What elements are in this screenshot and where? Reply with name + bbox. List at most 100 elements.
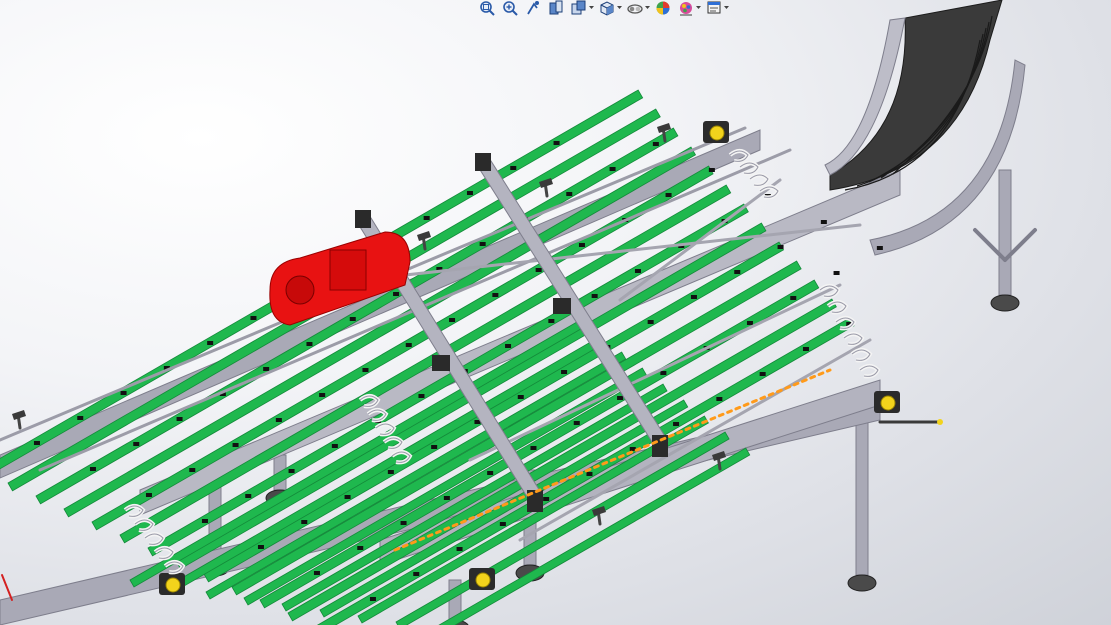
belt-link-block (487, 471, 494, 475)
chevron-down-icon[interactable] (645, 0, 650, 16)
belt-link-block (301, 520, 308, 524)
belt-link-block (418, 394, 425, 398)
belt-link-block (232, 443, 239, 447)
belt-link-block (716, 397, 723, 401)
beam-end-cap (355, 210, 371, 228)
photo-sensor (475, 572, 491, 588)
chevron-down-icon[interactable] (724, 0, 729, 16)
belt-link-block (189, 468, 196, 472)
belt-link-block (387, 470, 394, 474)
belt-link-block (665, 193, 672, 197)
belt-link-block (492, 293, 499, 297)
belt-link-block (77, 416, 84, 420)
belt-link-block (288, 469, 295, 473)
belt-link-block (573, 421, 580, 425)
belt-link-block (535, 268, 542, 272)
belt-link-block (313, 571, 320, 575)
belt-link-block (734, 270, 741, 274)
belt-link-block (89, 467, 96, 471)
belt-link-block (673, 422, 680, 426)
belt-link-block (591, 294, 598, 298)
belt-link-block (876, 246, 883, 250)
belt-link-block (517, 395, 524, 399)
belt-link-block (275, 418, 282, 422)
belt-link-block (449, 318, 456, 322)
belt-link-block (479, 242, 486, 246)
belt-link-block (250, 316, 257, 320)
zoom-to-fit-icon[interactable] (477, 0, 497, 16)
belt-link-block (586, 472, 593, 476)
belt-link-block (566, 192, 573, 196)
chevron-down-icon[interactable] (589, 0, 594, 16)
belt-link-block (652, 142, 659, 146)
belt-link-block (505, 344, 512, 348)
section-view-icon[interactable] (546, 0, 566, 16)
belt-link-block (759, 372, 766, 376)
belt-link-block (33, 441, 40, 445)
belt-link-block (530, 446, 537, 450)
belt-link-block (362, 368, 369, 372)
belt-link-block (357, 546, 364, 550)
axis-triad-x (1, 574, 13, 601)
belt-link-block (201, 519, 208, 523)
belt-link-block (708, 168, 715, 172)
display-style-icon[interactable] (625, 0, 645, 16)
belt-link-block (790, 296, 797, 300)
heads-up-view-toolbar (477, 0, 729, 16)
belt-link-block (690, 295, 697, 299)
gearbox (329, 249, 367, 291)
leveling-foot (847, 574, 877, 592)
belt-link-block (176, 417, 183, 421)
photo-sensor (880, 395, 896, 411)
sensor-tip (937, 419, 943, 425)
belt-link-block (263, 367, 270, 371)
graphics-viewport[interactable] (0, 0, 1111, 625)
belt-link-block (344, 495, 351, 499)
belt-link-block (833, 271, 840, 275)
belt-link-block (120, 391, 127, 395)
belt-link-block (145, 493, 152, 497)
belt-link-block (393, 292, 400, 296)
curved-belt (829, 0, 1003, 191)
belt-link-block (609, 167, 616, 171)
belt-link-block (456, 547, 463, 551)
motor-end-cap (285, 275, 315, 305)
belt-link-block (802, 347, 809, 351)
belt-link-block (413, 572, 420, 576)
belt-link-block (777, 245, 784, 249)
belt-link-block (245, 494, 252, 498)
belt-link-block (133, 442, 140, 446)
edit-appearance-icon[interactable] (676, 0, 696, 16)
previous-view-icon[interactable] (523, 0, 543, 16)
belt-link-block (443, 496, 450, 500)
belt-link-block (634, 269, 641, 273)
belt-link-block (499, 522, 506, 526)
support-leg (855, 399, 869, 576)
belt-link-block (553, 141, 560, 145)
belt-link-block (746, 321, 753, 325)
hide-show-items-icon[interactable] (653, 0, 673, 16)
belt-link-block (510, 166, 517, 170)
belt-link-block (561, 370, 568, 374)
belt-link-block (207, 341, 214, 345)
belt-link-block (647, 320, 654, 324)
support-leg (998, 169, 1012, 296)
belt-link-block (617, 396, 624, 400)
belt-link-block (578, 243, 585, 247)
belt-link-block (423, 216, 430, 220)
beam-clamp (432, 355, 450, 371)
photo-sensor (165, 577, 181, 593)
apply-scene-icon[interactable] (704, 0, 724, 16)
dynamic-annotation-icon[interactable] (569, 0, 589, 16)
belt-link-block (400, 521, 407, 525)
chevron-down-icon[interactable] (696, 0, 701, 16)
chevron-down-icon[interactable] (617, 0, 622, 16)
belt-link-block (369, 597, 376, 601)
view-orientation-icon[interactable] (597, 0, 617, 16)
leveling-foot (990, 294, 1020, 312)
photo-sensor (709, 125, 725, 141)
belt-link-block (548, 319, 555, 323)
conveyor-3d-model[interactable] (0, 0, 1111, 625)
belt-link-block (349, 317, 356, 321)
zoom-to-area-icon[interactable] (500, 0, 520, 16)
